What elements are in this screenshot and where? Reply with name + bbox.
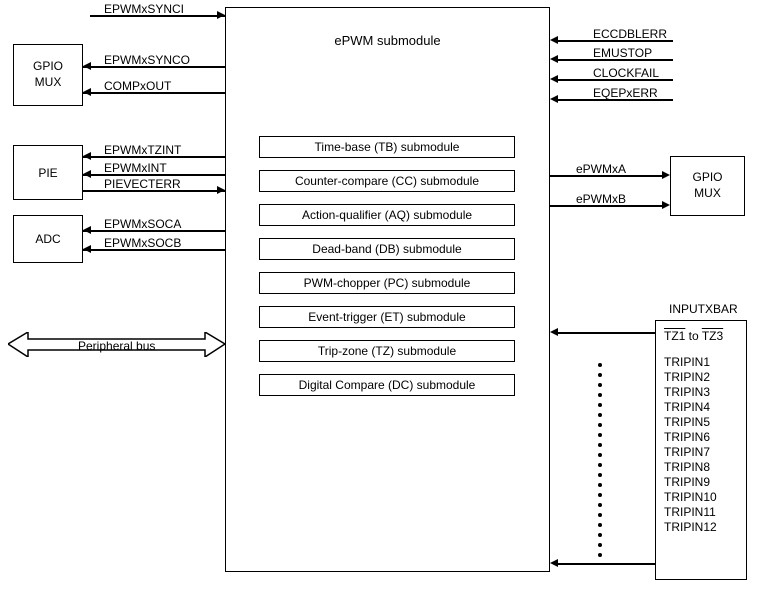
tripin-4: TRIPIN4 — [664, 400, 740, 414]
label-eqepxerr: EQEPxERR — [593, 86, 658, 100]
arrow-tripin — [550, 559, 558, 567]
tripin-10: TRIPIN10 — [664, 490, 740, 504]
inputxbar-tz: TZ1 to TZ3 — [664, 329, 740, 343]
conn-tz — [557, 332, 655, 334]
peripheral-bus-label: Peripheral bus — [78, 339, 155, 353]
adc-block: ADC — [13, 215, 83, 263]
submodule-pc: PWM-chopper (PC) submodule — [259, 272, 515, 294]
label-synco: EPWMxSYNCO — [104, 53, 190, 67]
submodule-cc: Counter-compare (CC) submodule — [259, 170, 515, 192]
label-epwmb: ePWMxB — [576, 192, 626, 206]
submodule-label: Action-qualifier (AQ) submodule — [302, 208, 472, 222]
pie-label: PIE — [38, 166, 57, 180]
label-clockfail: CLOCKFAIL — [593, 66, 659, 80]
arrow-clockfail — [550, 75, 558, 83]
arrow-eccdblerr — [550, 36, 558, 44]
arrow-synco — [83, 62, 91, 70]
arrow-synci — [217, 11, 225, 19]
tripin-12: TRIPIN12 — [664, 520, 740, 534]
label-compxout: COMPxOUT — [104, 79, 171, 93]
pie-block: PIE — [13, 145, 83, 200]
tripin-9: TRIPIN9 — [664, 475, 740, 489]
arrow-xint — [83, 170, 91, 178]
submodule-label: Dead-band (DB) submodule — [312, 242, 461, 256]
signal-dots — [598, 360, 602, 560]
arrow-epwmb — [662, 201, 670, 209]
tripin-8: TRIPIN8 — [664, 460, 740, 474]
tripin-2: TRIPIN2 — [664, 370, 740, 384]
arrow-soca — [83, 226, 91, 234]
submodule-db: Dead-band (DB) submodule — [259, 238, 515, 260]
adc-label: ADC — [35, 232, 60, 246]
gpio-mux-label-right: GPIO MUX — [692, 170, 722, 201]
tripin-6: TRIPIN6 — [664, 430, 740, 444]
tripin-5: TRIPIN5 — [664, 415, 740, 429]
left-gpio-mux-block: GPIO MUX — [13, 44, 83, 106]
submodule-dc: Digital Compare (DC) submodule — [259, 374, 515, 396]
inputxbar-block: TZ1 to TZ3 TRIPIN1 TRIPIN2 TRIPIN3 TRIPI… — [655, 320, 747, 580]
gpio-mux-label: GPIO MUX — [33, 59, 63, 90]
submodule-label: Time-base (TB) submodule — [315, 140, 460, 154]
label-emustop: EMUSTOP — [593, 46, 652, 60]
submodule-aq: Action-qualifier (AQ) submodule — [259, 204, 515, 226]
label-tzint: EPWMxTZINT — [104, 143, 181, 157]
arrow-compxout — [83, 88, 91, 96]
label-eccdblerr: ECCDBLERR — [593, 27, 667, 41]
tz-overline2: TZ3 — [702, 329, 723, 343]
tripin-1: TRIPIN1 — [664, 355, 740, 369]
label-pievect: PIEVECTERR — [104, 177, 181, 191]
tz-overline: TZ1 — [664, 329, 685, 343]
arrow-epwma — [662, 171, 670, 179]
tripin-11: TRIPIN11 — [664, 505, 740, 519]
arrow-pievect — [217, 186, 225, 194]
arrow-emustop — [550, 55, 558, 63]
submodule-label: Trip-zone (TZ) submodule — [318, 344, 456, 358]
submodule-label: Counter-compare (CC) submodule — [295, 174, 479, 188]
arrow-tzint — [83, 152, 91, 160]
tripin-3: TRIPIN3 — [664, 385, 740, 399]
arrow-socb — [83, 245, 91, 253]
submodule-tb: Time-base (TB) submodule — [259, 136, 515, 158]
submodule-tz: Trip-zone (TZ) submodule — [259, 340, 515, 362]
inputxbar-title: INPUTXBAR — [669, 302, 738, 316]
right-gpio-mux-block: GPIO MUX — [670, 156, 745, 216]
tripin-7: TRIPIN7 — [664, 445, 740, 459]
label-synci: EPWMxSYNCI — [104, 2, 184, 16]
label-socb: EPWMxSOCB — [104, 236, 181, 250]
label-soca: EPWMxSOCA — [104, 217, 181, 231]
arrow-tz — [550, 328, 558, 336]
submodule-label: Digital Compare (DC) submodule — [299, 378, 476, 392]
submodule-label: PWM-chopper (PC) submodule — [304, 276, 471, 290]
conn-tripin — [557, 563, 655, 565]
arrow-eqepxerr — [550, 95, 558, 103]
epwm-title: ePWM submodule — [226, 33, 549, 48]
submodule-label: Event-trigger (ET) submodule — [308, 310, 465, 324]
label-epwma: ePWMxA — [576, 162, 626, 176]
label-xint: EPWMxINT — [104, 161, 167, 175]
submodule-et: Event-trigger (ET) submodule — [259, 306, 515, 328]
